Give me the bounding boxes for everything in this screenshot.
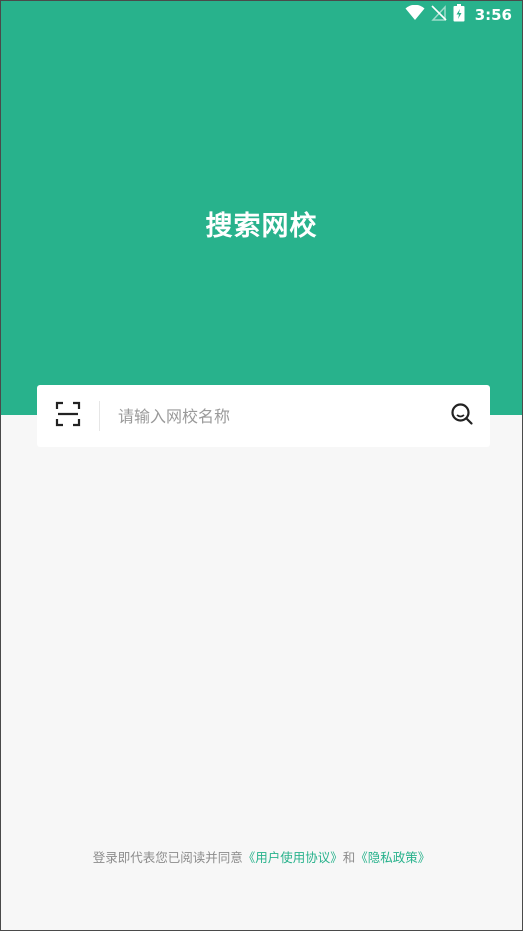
header-banner: 3:56 搜索网校 <box>1 1 522 415</box>
battery-icon <box>453 4 465 26</box>
search-input[interactable] <box>100 385 434 447</box>
scan-button[interactable] <box>37 385 99 447</box>
wifi-icon <box>405 4 425 25</box>
agreement-notice: 登录即代表您已阅读并同意《用户使用协议》和《隐私政策》 <box>1 847 522 866</box>
search-bar <box>37 385 490 447</box>
no-signal-icon <box>430 5 447 25</box>
user-agreement-link[interactable]: 《用户使用协议》 <box>243 850 343 865</box>
agreement-conjunction: 和 <box>342 850 356 865</box>
search-button[interactable] <box>434 385 490 447</box>
privacy-policy-link[interactable]: 《隐私政策》 <box>355 850 430 865</box>
status-time: 3:56 <box>474 6 512 24</box>
search-icon <box>450 402 474 430</box>
page-title: 搜索网校 <box>205 211 318 242</box>
scan-icon <box>55 401 81 431</box>
agreement-prefix: 登录即代表您已阅读并同意 <box>92 850 243 865</box>
status-bar: 3:56 <box>1 1 522 29</box>
